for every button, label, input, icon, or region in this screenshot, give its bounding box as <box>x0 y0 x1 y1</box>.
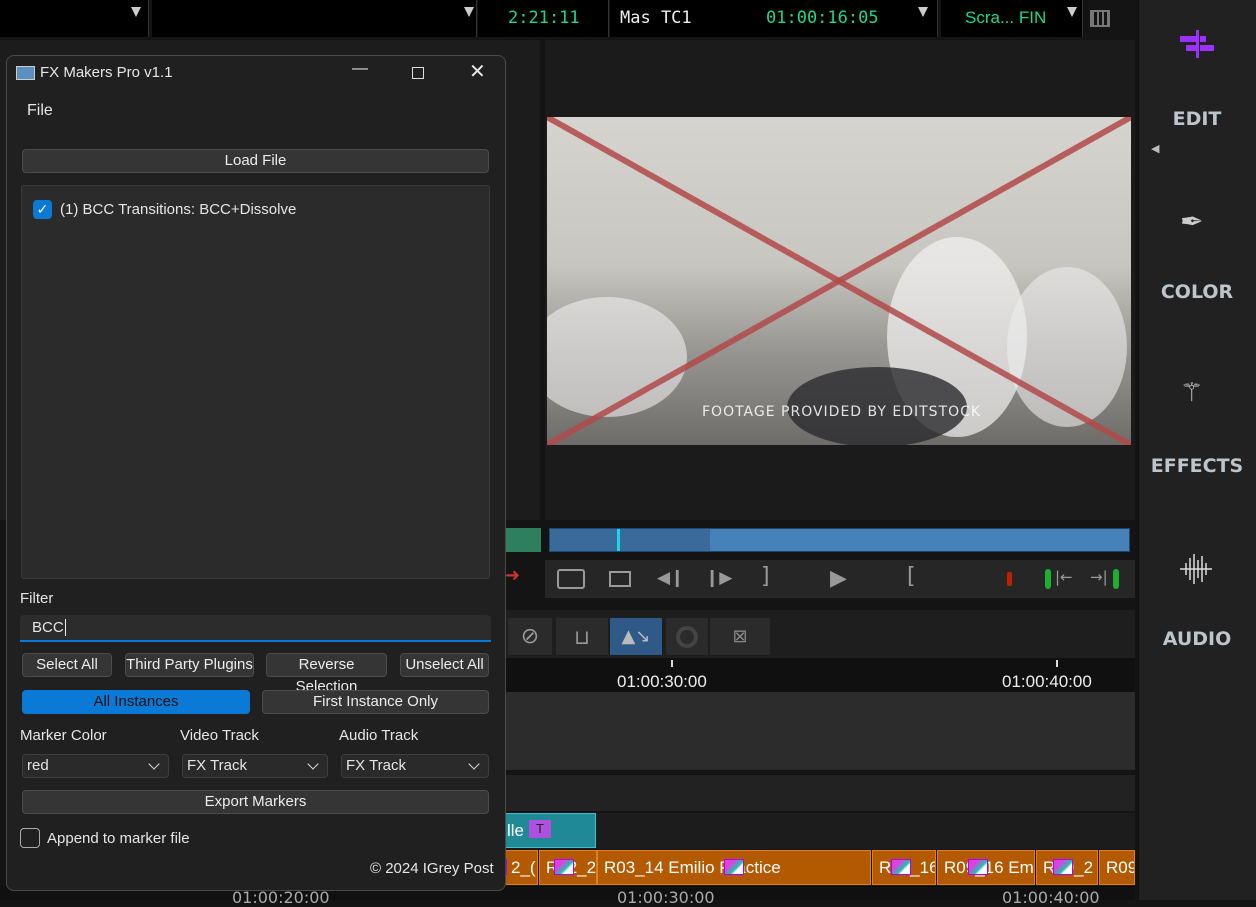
chevron-down-icon <box>148 758 160 770</box>
unselect-all-button[interactable]: Unselect All <box>400 653 489 677</box>
marker-color-label: Marker Color <box>20 727 107 744</box>
close-button[interactable]: ✕ <box>469 59 486 84</box>
timeline-edit-icon[interactable] <box>1180 30 1214 64</box>
minimize-button[interactable]: — <box>352 60 368 78</box>
list-item[interactable]: (1) BCC Transitions: BCC+Dissolve <box>60 201 296 218</box>
film-icon[interactable] <box>1090 10 1110 27</box>
dropdown-arrow-icon <box>464 7 474 17</box>
record-position-bar[interactable] <box>549 528 1130 552</box>
export-markers-button[interactable]: Export Markers <box>22 790 489 814</box>
track-area[interactable] <box>490 692 1135 770</box>
timecode-display: 2:21:11 <box>478 0 609 37</box>
overwrite-icon[interactable]: ➜ <box>505 565 520 586</box>
third-party-plugins-button[interactable]: Third Party Plugins <box>125 653 254 677</box>
video-frame: FOOTAGE PROVIDED BY EDITSTOCK <box>547 117 1131 445</box>
top-dropdown-2[interactable] <box>152 0 477 37</box>
top-dropdown-1[interactable] <box>0 0 149 37</box>
monitor-off-icon[interactable]: ⊠ <box>710 618 770 655</box>
chevron-down-icon <box>307 758 319 770</box>
filter-input[interactable]: BCC <box>20 615 491 642</box>
magic-wand-icon: ⚚ <box>1180 378 1204 408</box>
chevron-down-icon <box>468 758 480 770</box>
play-icon[interactable]: ▶ <box>830 566 847 591</box>
workspace-effects[interactable]: EFFECTS <box>1138 455 1256 477</box>
ripple-icon[interactable]: ⊔ <box>556 618 608 655</box>
clip-placeholder-x <box>547 117 1131 445</box>
app-icon <box>16 66 35 80</box>
effect-icon <box>1053 859 1073 875</box>
timecode-left: 2:21:11 <box>508 8 580 28</box>
master-timecode-display[interactable]: Mas TC1 01:00:16:05 <box>610 0 938 37</box>
maximize-button[interactable] <box>412 67 424 79</box>
disable-icon[interactable]: ⊘ <box>508 618 552 655</box>
clip-label: lle <box>507 821 525 840</box>
effect-icon <box>891 859 911 875</box>
ruler-label: 01:00:40:00 <box>1002 672 1092 691</box>
append-checkbox[interactable] <box>20 828 40 848</box>
clip[interactable]: R09_16 Em <box>937 850 1035 885</box>
workspace-edit[interactable]: EDIT <box>1138 108 1256 130</box>
clip[interactable]: R03_16 <box>872 850 936 885</box>
playhead[interactable] <box>617 529 620 551</box>
video-track-select[interactable]: FX Track <box>182 754 328 778</box>
audio-track-label: Audio Track <box>339 727 419 744</box>
record-circle-icon[interactable] <box>666 618 708 655</box>
ruler-label: 01:00:30:00 <box>617 672 707 691</box>
all-instances-toggle[interactable]: All Instances <box>22 690 250 714</box>
workspace-audio[interactable]: AUDIO <box>1138 628 1256 650</box>
transport-bar: ◀❙ ❙▶ ] ▶ [ |← →| <box>545 560 1135 598</box>
effects-list[interactable]: ✓ (1) BCC Transitions: BCC+Dissolve <box>21 185 490 579</box>
video-track-label: Video Track <box>180 727 259 744</box>
fx-makers-dialog: FX Makers Pro v1.1 — ✕ File Load File ✓ … <box>6 55 506 891</box>
load-file-button[interactable]: Load File <box>22 149 489 173</box>
bin-label: Scra... FIN <box>965 8 1047 27</box>
filmstrip-icon[interactable] <box>609 571 631 587</box>
collapse-arrow-icon[interactable]: ◀ <box>1151 142 1159 155</box>
ruler-label: 01:00:40:00 <box>1002 888 1100 907</box>
marker-color-select[interactable]: red <box>22 754 169 778</box>
filter-label: Filter <box>20 590 54 607</box>
clip[interactable]: R02_2 <box>539 850 597 885</box>
select-all-button[interactable]: Select All <box>22 653 112 677</box>
menu-file[interactable]: File <box>27 102 53 120</box>
clip[interactable]: R03_14 Emilio Practice <box>597 850 871 885</box>
ruler-label: 01:00:30:00 <box>617 888 715 907</box>
mark-in-icon[interactable]: [ <box>907 564 916 589</box>
copyright: © 2024 IGrey Post <box>370 860 494 877</box>
segment-tool-icon[interactable]: ▲↘ <box>610 618 662 655</box>
mark-out-icon[interactable]: ] <box>761 564 770 589</box>
list-item-checkbox[interactable]: ✓ <box>33 200 52 219</box>
append-label[interactable]: Append to marker file <box>47 830 190 847</box>
effect-icon <box>554 859 574 875</box>
dropdown-arrow-icon <box>1067 7 1077 17</box>
step-back-icon[interactable]: ◀❙ <box>657 568 684 588</box>
dropdown-arrow-icon <box>131 7 141 17</box>
first-instance-only-toggle[interactable]: First Instance Only <box>262 690 489 714</box>
waveform-icon <box>1180 554 1212 584</box>
workspace-color[interactable]: COLOR <box>1138 281 1256 303</box>
trim-right-icon[interactable] <box>1113 569 1119 589</box>
workspace-sidebar <box>1138 0 1256 900</box>
timeline-ruler[interactable]: 01:00:30:00 01:00:40:00 <box>490 658 1135 692</box>
eyedropper-icon: ✒ <box>1180 205 1204 238</box>
master-label: Mas TC1 <box>620 8 692 28</box>
list-view-icon[interactable] <box>557 569 585 589</box>
effect-icon <box>968 859 988 875</box>
window-title: FX Makers Pro v1.1 <box>40 64 173 81</box>
clip[interactable]: R09 <box>1099 850 1135 885</box>
bin-dropdown[interactable]: Scra... FIN <box>941 0 1083 37</box>
dropdown-arrow-icon <box>918 7 928 17</box>
clip[interactable]: R09_2 <box>1036 850 1098 885</box>
watermark: FOOTAGE PROVIDED BY EDITSTOCK <box>702 404 982 420</box>
red-marker-icon[interactable] <box>1007 572 1012 586</box>
step-forward-icon[interactable]: ❙▶ <box>705 568 732 588</box>
title-effect-icon: T <box>529 820 551 838</box>
reverse-selection-button[interactable]: Reverse Selection <box>266 653 387 695</box>
effect-icon <box>724 859 744 875</box>
master-timecode: 01:00:16:05 <box>766 8 879 28</box>
audio-track-select[interactable]: FX Track <box>341 754 489 778</box>
trim-left-icon[interactable] <box>1045 569 1051 589</box>
